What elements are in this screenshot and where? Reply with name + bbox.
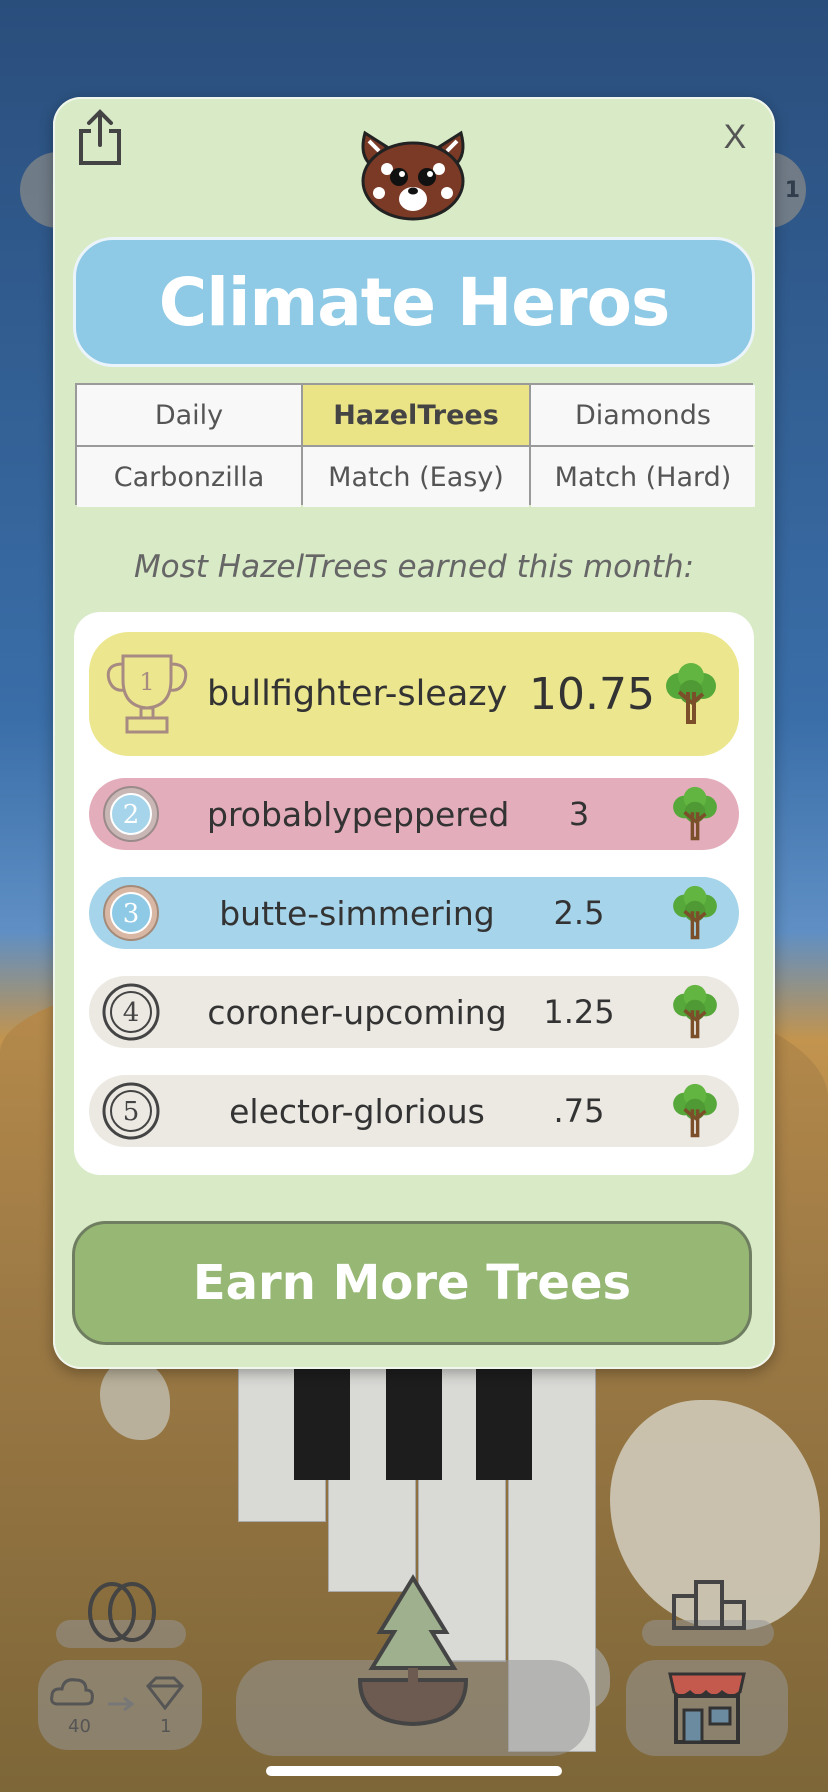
cloud-amount: 40 bbox=[68, 1716, 91, 1737]
leaderboard-list: 1 bullfighter-sleazy 10.75 2 probablypep… bbox=[74, 612, 754, 1175]
tab-daily[interactable]: Daily bbox=[77, 385, 301, 445]
tree-icon bbox=[673, 984, 717, 1039]
leaderboard-row: 5 elector-glorious .75 bbox=[89, 1075, 739, 1147]
player-score: 2.5 bbox=[553, 894, 605, 932]
player-name: butte-simmering bbox=[219, 893, 495, 933]
home-indicator[interactable] bbox=[266, 1766, 562, 1776]
medal-icon: 3 bbox=[103, 885, 159, 941]
player-score: .75 bbox=[553, 1092, 605, 1130]
player-score: 1.25 bbox=[543, 993, 615, 1031]
exchange-button[interactable]: 40 1 bbox=[38, 1660, 202, 1750]
tree-icon bbox=[673, 786, 717, 841]
tree-icon bbox=[673, 1083, 717, 1138]
svg-text:2: 2 bbox=[123, 800, 140, 830]
arrow-right-icon bbox=[108, 1696, 135, 1712]
cloud-icon bbox=[50, 1678, 94, 1706]
close-button[interactable]: X bbox=[713, 115, 757, 159]
medal-icon: 4 bbox=[102, 983, 160, 1041]
svg-text:1: 1 bbox=[139, 668, 154, 696]
player-name: elector-glorious bbox=[229, 1091, 485, 1131]
svg-text:4: 4 bbox=[123, 998, 140, 1028]
leaderboard-row: 3 butte-simmering 2.5 bbox=[89, 877, 739, 949]
leaderboard-tabs: Daily HazelTrees Diamonds Carbonzilla Ma… bbox=[75, 383, 755, 507]
player-name: coroner-upcoming bbox=[207, 992, 507, 1032]
title-banner: Climate Heros bbox=[73, 237, 755, 367]
share-icon[interactable] bbox=[71, 107, 129, 169]
leaderboard-modal: X Climate Heros Daily HazelTrees Diamond… bbox=[53, 97, 775, 1369]
player-score: 10.75 bbox=[529, 668, 655, 720]
svg-text:5: 5 bbox=[123, 1097, 140, 1127]
diamond-amount: 1 bbox=[160, 1716, 172, 1737]
red-panda-icon bbox=[361, 130, 465, 221]
tab-match-hard[interactable]: Match (Hard) bbox=[531, 447, 755, 507]
player-score: 3 bbox=[568, 795, 590, 833]
shop-icon bbox=[668, 1672, 746, 1744]
podium-icon[interactable] bbox=[670, 1574, 748, 1630]
bottom-bar: 40 1 bbox=[0, 1560, 828, 1792]
leaderboard-row: 4 coroner-upcoming 1.25 bbox=[89, 976, 739, 1048]
tab-carbonzilla[interactable]: Carbonzilla bbox=[77, 447, 301, 507]
diamond-icon bbox=[146, 1676, 184, 1710]
modal-title: Climate Heros bbox=[158, 263, 670, 341]
leaderboard-row: 1 bullfighter-sleazy 10.75 bbox=[89, 632, 739, 756]
tab-hazeltrees[interactable]: HazelTrees bbox=[303, 385, 529, 445]
earn-more-trees-label: Earn More Trees bbox=[192, 1255, 632, 1311]
tab-match-easy[interactable]: Match (Easy) bbox=[303, 447, 529, 507]
player-name: probablypeppered bbox=[207, 794, 510, 834]
tree-icon bbox=[666, 663, 716, 724]
tree-icon bbox=[673, 885, 717, 940]
tab-diamonds[interactable]: Diamonds bbox=[531, 385, 755, 445]
eggs-icon[interactable] bbox=[80, 1574, 164, 1644]
medal-icon: 5 bbox=[102, 1082, 160, 1140]
pine-trees-icon[interactable] bbox=[350, 1572, 476, 1732]
medal-icon: 2 bbox=[103, 786, 159, 842]
player-name: bullfighter-sleazy bbox=[207, 674, 508, 714]
shop-button[interactable] bbox=[626, 1660, 788, 1756]
trophy-icon: 1 bbox=[106, 654, 188, 734]
svg-text:3: 3 bbox=[123, 899, 140, 929]
leaderboard-subtitle: Most HazelTrees earned this month: bbox=[133, 549, 695, 585]
leaderboard-row: 2 probablypeppered 3 bbox=[89, 778, 739, 850]
earn-more-trees-button[interactable]: Earn More Trees bbox=[72, 1221, 752, 1345]
